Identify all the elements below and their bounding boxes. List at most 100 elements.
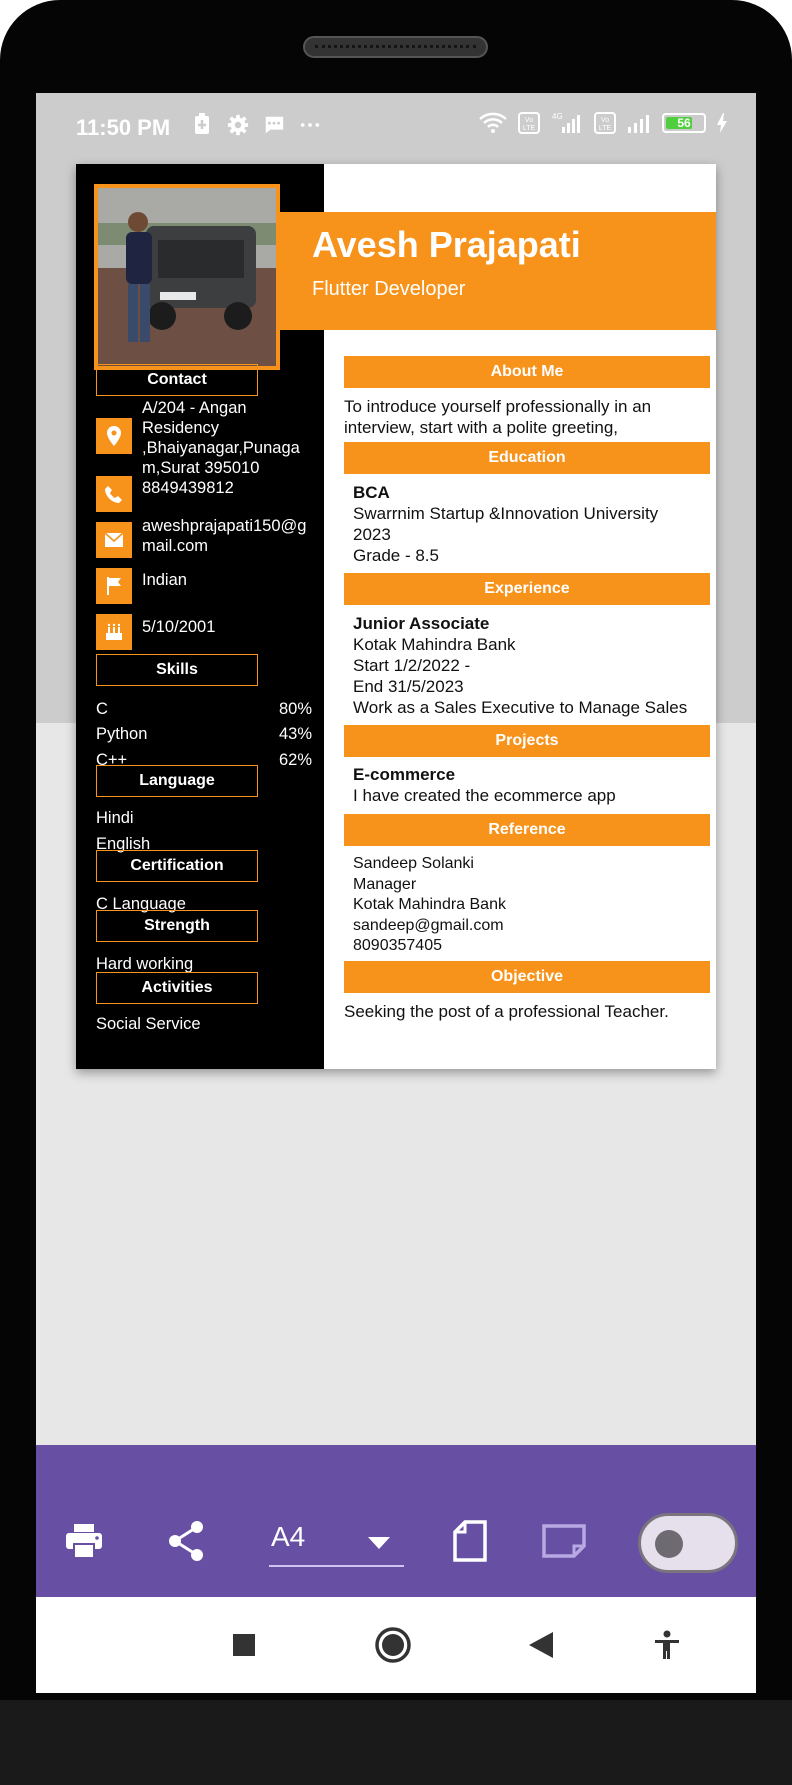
contact-address: A/204 - Angan Residency ,Bhaiyanagar,Pun…	[142, 398, 320, 478]
contact-phone: 8849439812	[142, 479, 234, 497]
phone-frame: 11:50 PM Vo LTE 4G Vo LTE 56 Avesh Prajapa	[0, 0, 792, 1785]
skill-name: Python	[96, 725, 148, 743]
print-icon	[66, 1524, 102, 1559]
back-button[interactable]	[528, 1631, 554, 1659]
email-line: aweshprajapati150@g	[142, 517, 307, 535]
more-dots-icon	[300, 123, 320, 127]
contact-email: aweshprajapati150@g mail.com	[142, 516, 320, 556]
accessibility-button[interactable]	[652, 1629, 682, 1661]
activity-item: Social Service	[96, 1015, 312, 1034]
recents-icon	[233, 1634, 255, 1656]
about-line: To introduce yourself professionally in …	[344, 397, 652, 416]
reference-position: Manager	[353, 875, 417, 893]
strength-heading: Strength	[96, 910, 258, 942]
skill-row: Python 43%	[96, 725, 312, 744]
language-item: Hindi	[96, 809, 312, 828]
experience-end: End 31/5/2023	[353, 677, 464, 696]
experience-start: Start 1/2/2022 -	[353, 656, 471, 675]
phone-bottom-edge	[0, 1700, 792, 1785]
skill-name: C	[96, 700, 108, 718]
address-line: Residency	[142, 419, 220, 437]
battery-saver-icon	[195, 113, 209, 134]
objective-heading: Objective	[344, 961, 710, 993]
toggle-knob	[655, 1530, 683, 1558]
education-grade: Grade - 8.5	[353, 546, 439, 565]
language-heading: Language	[96, 765, 258, 797]
navigation-bar	[36, 1597, 756, 1693]
projects-details: E-commerce I have created the ecommerce …	[353, 764, 616, 806]
activity-name: Social Service	[96, 1015, 201, 1033]
recents-button[interactable]	[232, 1633, 256, 1657]
resume-role: Flutter Developer	[312, 278, 466, 300]
skill-value: 43%	[278, 725, 312, 743]
earpiece-speaker	[303, 36, 488, 58]
page-format-dropdown[interactable]: A4	[269, 1513, 404, 1567]
signal-4g-icon: 4G	[552, 112, 580, 133]
address-line: A/204 - Angan	[142, 399, 247, 417]
print-button[interactable]	[62, 1519, 106, 1563]
landscape-button[interactable]	[540, 1521, 588, 1561]
flag-icon	[96, 568, 132, 604]
share-icon	[169, 1521, 203, 1561]
svg-text:LTE: LTE	[523, 125, 536, 132]
back-icon	[529, 1632, 553, 1658]
email-line: mail.com	[142, 537, 209, 555]
resume-page[interactable]: Avesh Prajapati Flutter Developer Contac…	[76, 164, 716, 1069]
phone-icon	[96, 476, 132, 512]
contact-dob: 5/10/2001	[142, 618, 216, 636]
landscape-icon	[542, 1524, 586, 1558]
location-icon	[96, 418, 132, 454]
home-button[interactable]	[373, 1625, 413, 1665]
resume-name: Avesh Prajapati	[312, 224, 581, 265]
status-right-icons: Vo LTE 4G Vo LTE 56	[478, 111, 728, 135]
home-icon	[375, 1627, 411, 1663]
svg-text:LTE: LTE	[599, 125, 612, 132]
education-year: 2023	[353, 525, 391, 544]
contact-nationality: Indian	[142, 571, 187, 589]
reference-details: Sandeep Solanki Manager Kotak Mahindra B…	[353, 854, 506, 957]
wifi-icon	[479, 112, 507, 133]
share-button[interactable]	[164, 1519, 208, 1563]
portrait-icon	[453, 1520, 487, 1562]
battery-level: 56	[677, 116, 691, 130]
svg-text:Vo: Vo	[601, 117, 609, 124]
experience-heading: Experience	[344, 573, 710, 605]
experience-details: Junior Associate Kotak Mahindra Bank Sta…	[353, 613, 687, 718]
svg-text:4G: 4G	[552, 112, 563, 121]
volte-icon: VoLTE	[518, 112, 540, 134]
certification-heading: Certification	[96, 850, 258, 882]
email-icon	[96, 522, 132, 558]
page-format-value: A4	[271, 1521, 306, 1552]
screen: 11:50 PM Vo LTE 4G Vo LTE 56 Avesh Prajapa	[36, 93, 756, 1693]
skills-heading: Skills	[96, 654, 258, 686]
message-icon	[264, 116, 284, 134]
reference-heading: Reference	[344, 814, 710, 846]
dropdown-arrow-icon	[368, 1537, 390, 1549]
education-degree: BCA	[353, 483, 390, 502]
skill-row: C 80%	[96, 700, 312, 719]
portrait-button[interactable]	[450, 1517, 490, 1565]
toggle-switch[interactable]	[638, 1513, 738, 1573]
signal-icon	[628, 115, 649, 133]
reference-name: Sandeep Solanki	[353, 855, 474, 872]
reference-phone: 8090357405	[353, 937, 442, 954]
objective-text: Seeking the post of a professional Teach…	[344, 1002, 669, 1021]
about-text: To introduce yourself professionally in …	[344, 396, 651, 438]
education-details: BCA Swarrnim Startup &Innovation Univers…	[353, 482, 658, 566]
skill-value: 80%	[278, 700, 312, 718]
address-line: ,Bhaiyanagar,Punaga	[142, 439, 300, 457]
accessibility-icon	[655, 1630, 679, 1659]
reference-email: sandeep@gmail.com	[353, 916, 504, 934]
project-title: E-commerce	[353, 765, 456, 784]
svg-text:Vo: Vo	[525, 117, 533, 124]
charging-bolt-icon	[717, 113, 727, 133]
about-heading: About Me	[344, 356, 710, 388]
profile-photo	[94, 184, 280, 370]
language-name: Hindi	[96, 809, 134, 827]
address-line: m,Surat 395010	[142, 459, 260, 477]
status-time: 11:50 PM	[76, 115, 171, 140]
education-institute: Swarrnim Startup &Innovation University	[353, 504, 659, 523]
activities-heading: Activities	[96, 972, 258, 1004]
pdf-toolbar: A4	[36, 1445, 756, 1597]
project-description: I have created the ecommerce app	[353, 786, 616, 805]
